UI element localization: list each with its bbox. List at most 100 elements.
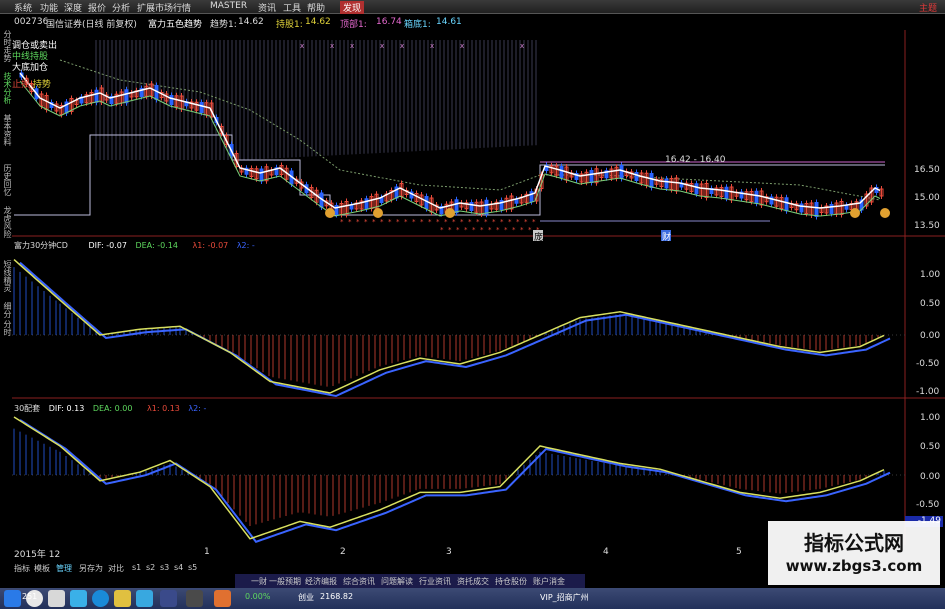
- app-icon-7[interactable]: [160, 590, 177, 607]
- signal-star-icon: *: [472, 226, 476, 234]
- signal-star-icon: *: [480, 226, 484, 234]
- signal-star-icon: *: [340, 218, 344, 226]
- taskbar-vip: VIP_招商广州: [540, 593, 589, 602]
- candle-body: [634, 172, 639, 181]
- candle-body: [364, 198, 369, 210]
- ind2-title[interactable]: 30配套: [14, 404, 40, 413]
- candle-body: [694, 183, 699, 195]
- signal-star-icon: *: [396, 218, 400, 226]
- func-item-6[interactable]: 行业资讯: [419, 576, 451, 587]
- candle-body: [94, 89, 99, 103]
- signal-x-icon: x: [430, 42, 434, 50]
- watermark-box: 指标公式网 www.zbgs3.com: [768, 521, 940, 585]
- candle-body: [784, 197, 789, 212]
- news-function-strip: 一财 一般预期 经济编报 综合资讯 问题解读 行业资讯 资托成交 持仓股份 账户…: [235, 574, 585, 588]
- signal-coin-icon: [373, 208, 383, 218]
- candle-body: [589, 170, 594, 183]
- taskbar-index-label: 创业: [298, 593, 314, 602]
- signal-x-icon: x: [330, 42, 334, 50]
- signal-star-icon: *: [448, 226, 452, 234]
- ind1-title-row: 富力30分钟CD DIF: -0.07 DEA: -0.14 λ1: -0.07…: [14, 240, 255, 251]
- signal-star-icon: *: [452, 218, 456, 226]
- signal-star-icon: *: [528, 226, 532, 234]
- toolbar-s2[interactable]: s2: [146, 563, 155, 572]
- app-icon-8[interactable]: [186, 590, 203, 607]
- price-panel: **************************************xx…: [14, 40, 940, 243]
- chart-canvas[interactable]: **************************************xx…: [0, 0, 945, 609]
- ind1-histogram: [13, 267, 885, 387]
- signal-x-icon: x: [400, 42, 404, 50]
- candle-body: [259, 168, 264, 182]
- ind1-dea: DEA: -0.14: [135, 241, 178, 250]
- signal-star-icon: *: [404, 218, 408, 226]
- watermark-title: 指标公式网: [804, 531, 904, 555]
- legend-adjust: 调仓或卖出: [12, 41, 58, 51]
- toolbar-save-as[interactable]: 另存为: [79, 563, 103, 574]
- signal-star-icon: *: [436, 218, 440, 226]
- app-icon-5[interactable]: [114, 590, 131, 607]
- signal-x-icon: x: [380, 42, 384, 50]
- ind1-dea-line: [19, 261, 891, 398]
- ind1-tick-2: 0.50: [920, 299, 940, 309]
- dotted-resistance-line: [59, 59, 881, 201]
- ind2-tick-2: 0.50: [920, 442, 940, 452]
- signal-star-icon: *: [444, 218, 448, 226]
- ind1-a2: λ2: -: [236, 241, 255, 250]
- xaxis-label-dec: 2015年 12: [14, 550, 61, 560]
- signal-star-icon: *: [512, 226, 516, 234]
- ind1-tick-5: -1.00: [916, 387, 940, 397]
- signal-star-icon: *: [496, 226, 500, 234]
- signal-star-icon: *: [348, 218, 352, 226]
- signal-legend: 调仓或卖出 中线持股 大底加仓 止损 持势: [12, 41, 57, 91]
- toolbar-compare[interactable]: 对比: [108, 563, 124, 574]
- signal-x-icon: x: [300, 42, 304, 50]
- func-item-9[interactable]: 账户消金: [533, 576, 565, 587]
- signal-star-icon: *: [356, 218, 360, 226]
- toolbar-s3[interactable]: s3: [160, 563, 169, 572]
- func-item-7[interactable]: 资托成交: [457, 576, 489, 587]
- signal-coin-icon: [850, 208, 860, 218]
- signal-star-icon: *: [372, 218, 376, 226]
- app-icon-2[interactable]: [48, 590, 65, 607]
- windows-start-icon[interactable]: [4, 590, 21, 607]
- toolbar-s4[interactable]: s4: [174, 563, 183, 572]
- func-item-3[interactable]: 经济编报: [305, 576, 337, 587]
- candle-body: [199, 102, 204, 113]
- toolbar-s1[interactable]: s1: [132, 563, 141, 572]
- signal-star-icon: *: [428, 218, 432, 226]
- toolbar-template[interactable]: 模板: [34, 563, 50, 574]
- signal-star-icon: *: [492, 218, 496, 226]
- ind2-dea: DEA: 0.00: [92, 404, 133, 413]
- toolbar-s5[interactable]: s5: [188, 563, 197, 572]
- candle-body: [754, 190, 759, 204]
- app-icon-6[interactable]: [136, 590, 153, 607]
- ind2-a2: λ2: -: [188, 404, 207, 413]
- ind1-tick-3: 0.00: [920, 331, 940, 341]
- price-tick-1650: 16.50: [914, 165, 940, 175]
- func-item-4[interactable]: 综合资讯: [343, 576, 375, 587]
- legend-stoploss: 止损 持势: [12, 80, 51, 90]
- app-icon-9[interactable]: [214, 590, 231, 607]
- func-item-2[interactable]: 一般预期: [269, 576, 301, 587]
- signal-star-icon: *: [504, 226, 508, 234]
- taskbar-index-1: 251: [22, 592, 38, 601]
- ind2-title-row: 30配套 DIF: 0.13 DEA: 0.00 λ1: 0.13 λ2: -: [14, 403, 206, 414]
- candle-body: [454, 199, 459, 214]
- ie-icon[interactable]: [92, 590, 109, 607]
- ind2-dif-line: [13, 416, 885, 540]
- toolbar-manage[interactable]: 管理: [56, 563, 72, 574]
- candle-body: [469, 202, 474, 211]
- candle-body: [169, 95, 174, 105]
- toolbar-indicator[interactable]: 指标: [14, 563, 30, 574]
- ind1-tick-1: 1.00: [920, 270, 940, 280]
- app-icon-3[interactable]: [70, 590, 87, 607]
- func-item-1[interactable]: 一财: [251, 576, 267, 587]
- os-taskbar: 251 0.00% 创业 2168.82 VIP_招商广州: [0, 588, 945, 609]
- ind1-dif: DIF: -0.07: [88, 241, 127, 250]
- ind1-title[interactable]: 富力30分钟CD: [14, 241, 68, 250]
- ind2-dif: DIF: 0.13: [48, 404, 85, 413]
- func-item-8[interactable]: 持仓股份: [495, 576, 527, 587]
- func-item-5[interactable]: 问题解读: [381, 576, 413, 587]
- candle-body: [649, 173, 654, 188]
- price-tick-1500: 15.00: [914, 193, 940, 203]
